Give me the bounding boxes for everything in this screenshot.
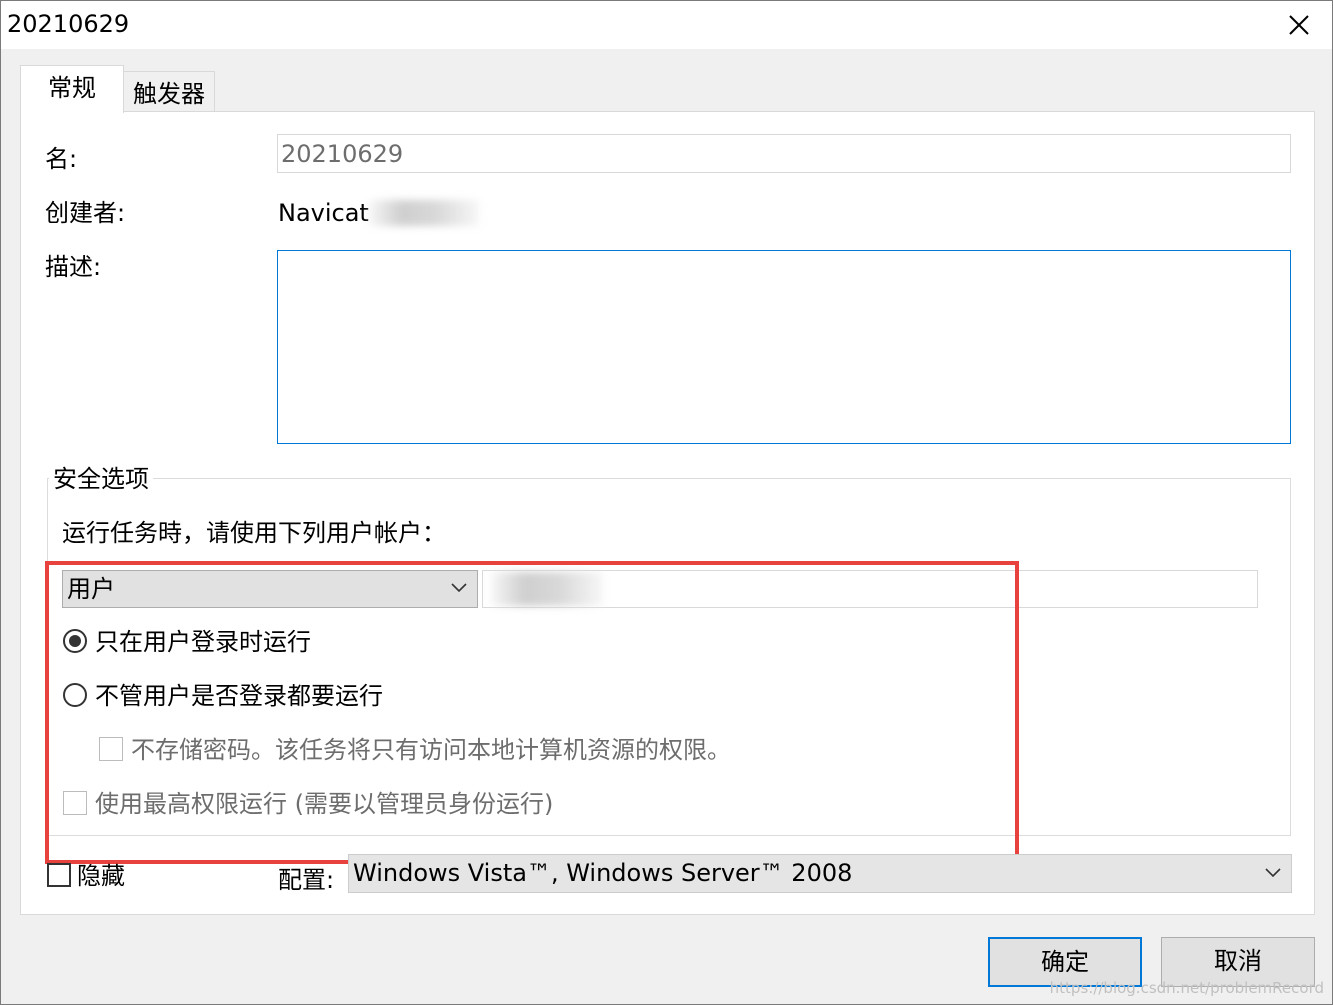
config-label: 配置: bbox=[278, 866, 335, 894]
window-title: 20210629 bbox=[7, 10, 130, 38]
run-as-label: 运行任务時，请使用下列用户帐户： bbox=[62, 519, 446, 547]
creator-label: 创建者: bbox=[45, 199, 126, 227]
task-properties-dialog: 20210629 常规 触发器 名: 创建者: Navicat 描述: 安全选项… bbox=[0, 0, 1333, 1005]
close-icon bbox=[1289, 15, 1309, 35]
tab-triggers[interactable]: 触发器 bbox=[123, 71, 215, 115]
title-bar: 20210629 bbox=[1, 1, 1332, 49]
close-button[interactable] bbox=[1266, 1, 1332, 49]
config-value: Windows Vista™, Windows Server™ 2008 bbox=[353, 859, 853, 887]
name-label: 名: bbox=[45, 145, 78, 173]
hidden-checkbox[interactable] bbox=[47, 863, 71, 887]
name-field[interactable] bbox=[277, 134, 1291, 173]
tab-general[interactable]: 常规 bbox=[20, 65, 124, 113]
chevron-down-icon bbox=[1265, 868, 1281, 878]
security-options-title: 安全选项 bbox=[49, 464, 153, 494]
creator-value: Navicat bbox=[278, 199, 369, 227]
creator-redaction bbox=[369, 200, 479, 226]
watermark: https://blog.csdn.net/problemRecord bbox=[1049, 979, 1324, 997]
config-dropdown[interactable]: Windows Vista™, Windows Server™ 2008 bbox=[348, 854, 1292, 893]
description-field[interactable] bbox=[277, 250, 1291, 444]
description-label: 描述: bbox=[45, 253, 102, 281]
red-highlight-box bbox=[45, 561, 1019, 864]
hidden-label[interactable]: 隐藏 bbox=[77, 861, 125, 891]
